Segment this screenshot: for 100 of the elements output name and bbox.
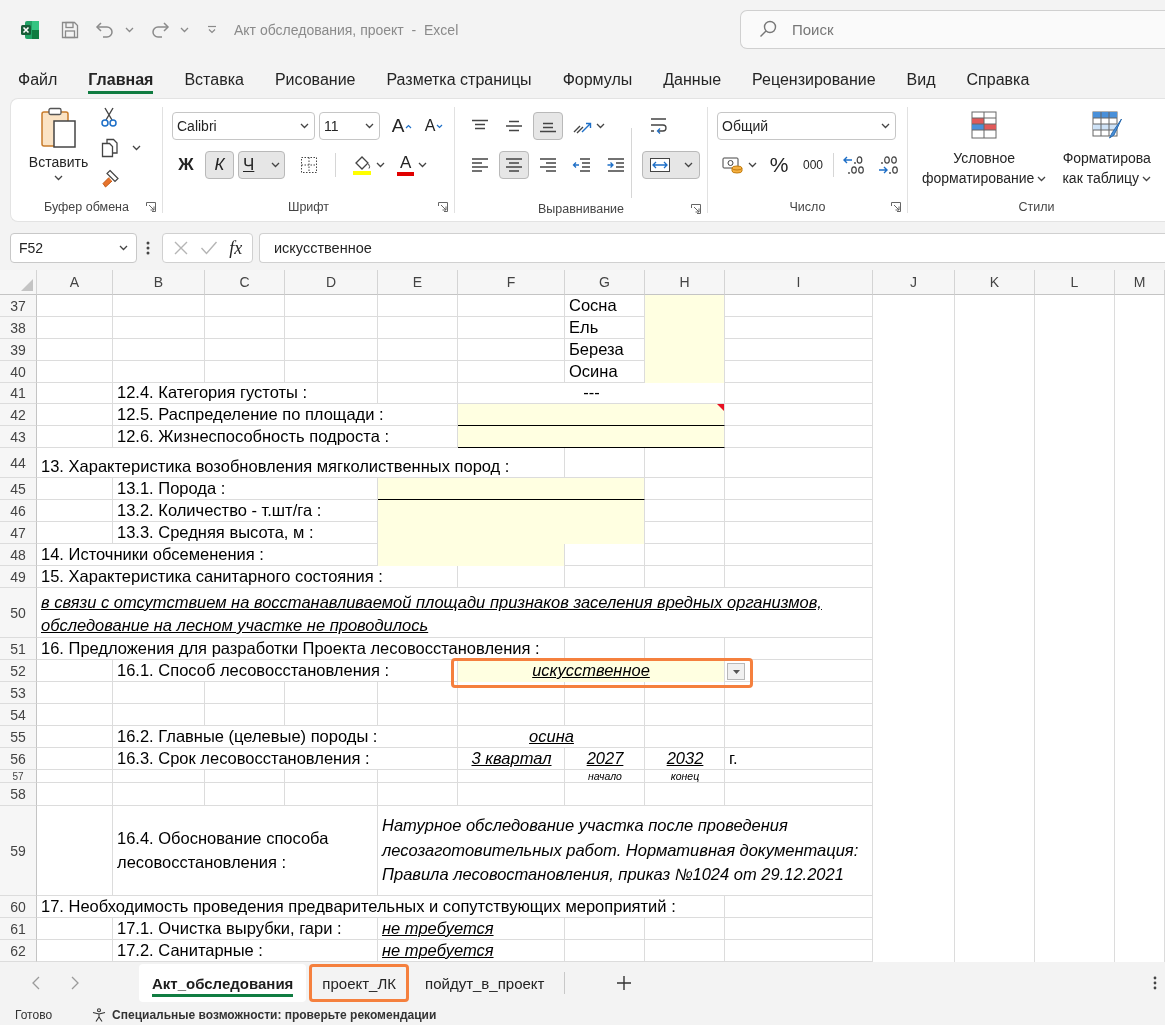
row-header[interactable]: 56 <box>0 748 37 770</box>
align-center-button[interactable] <box>499 151 529 179</box>
dropdown-cell[interactable]: искусственное <box>458 660 725 682</box>
row-header[interactable]: 50 <box>0 588 37 638</box>
paste-button[interactable]: Вставить <box>25 107 92 195</box>
previous-sheet-button[interactable] <box>32 976 40 990</box>
merge-center-button[interactable] <box>642 151 700 179</box>
ribbon-tab[interactable]: Вставка <box>184 60 244 94</box>
input-cell[interactable] <box>378 478 645 500</box>
input-cell[interactable] <box>378 544 565 566</box>
accessibility-status-button[interactable]: Специальные возможности: проверьте рекомендации <box>92 1007 437 1022</box>
column-header[interactable]: M <box>1115 270 1165 295</box>
row-header[interactable]: 47 <box>0 522 37 544</box>
column-header[interactable]: L <box>1035 270 1115 295</box>
column-header[interactable]: J <box>873 270 955 295</box>
ribbon-tab[interactable]: Рисование <box>274 60 356 94</box>
new-sheet-button[interactable] <box>617 976 632 990</box>
insert-function-button[interactable]: fx <box>229 238 243 258</box>
ribbon-tab[interactable]: Данные <box>663 60 722 94</box>
column-header[interactable]: I <box>725 270 873 295</box>
row-header[interactable]: 40 <box>0 361 37 383</box>
caret-icon <box>596 123 605 129</box>
dialog-launcher-button[interactable] <box>691 203 701 214</box>
column-header[interactable]: H <box>645 270 725 295</box>
ribbon-tab[interactable]: Рецензирование <box>752 60 876 94</box>
input-cell[interactable] <box>458 404 725 426</box>
align-bottom-button[interactable] <box>533 112 563 140</box>
italic-button[interactable]: К <box>205 151 234 179</box>
row-header[interactable]: 53 <box>0 682 37 704</box>
undo-button[interactable] <box>95 21 115 39</box>
comma-style-button[interactable]: 000 <box>798 151 828 179</box>
row-header[interactable]: 42 <box>0 404 37 426</box>
dialog-launcher-button[interactable] <box>438 202 448 212</box>
bold-button[interactable]: Ж <box>172 151 200 179</box>
name-box[interactable]: F52 <box>10 233 137 263</box>
row-header[interactable]: 52 <box>0 660 37 682</box>
column-header[interactable]: C <box>205 270 285 295</box>
ribbon-tab[interactable]: Разметка страницы <box>386 60 532 94</box>
shrink-font-button[interactable]: A <box>420 112 448 140</box>
ribbon-tab[interactable]: Файл <box>18 60 58 94</box>
sheet-tab[interactable]: Акт_обследования <box>139 964 307 1002</box>
vertical-dots-icon[interactable] <box>146 240 150 256</box>
input-cell[interactable] <box>645 295 725 317</box>
sheet-tab[interactable]: проект_ЛК <box>309 964 410 1002</box>
more-options-button[interactable] <box>1153 976 1157 990</box>
row-header[interactable]: 54 <box>0 704 37 726</box>
underline-button[interactable]: Ч <box>238 151 285 179</box>
grow-font-button[interactable]: A <box>388 112 416 140</box>
row-header[interactable]: 37 <box>0 295 37 317</box>
row-header[interactable]: 43 <box>0 426 37 448</box>
row-header[interactable]: 57 <box>0 770 37 783</box>
number-format-dropdown[interactable]: Общий <box>717 112 896 140</box>
spreadsheet-logo-icon[interactable] <box>20 20 40 40</box>
ribbon-tab[interactable]: Главная <box>88 60 154 94</box>
dialog-launcher-button[interactable] <box>891 202 901 212</box>
row-header[interactable]: 51 <box>0 638 37 660</box>
column-header[interactable]: K <box>955 270 1035 295</box>
ribbon-tab[interactable]: Справка <box>966 60 1030 94</box>
caret-icon <box>684 162 693 168</box>
row-header[interactable]: 62 <box>0 940 37 962</box>
redo-button[interactable] <box>150 21 170 39</box>
column-header[interactable]: G <box>565 270 645 295</box>
sheet-tab[interactable]: пойдут_в_проект <box>412 964 558 1002</box>
ribbon-tab[interactable]: Формулы <box>562 60 633 94</box>
row-header[interactable]: 39 <box>0 339 37 361</box>
save-button[interactable] <box>60 20 80 40</box>
font-size-dropdown[interactable]: 11 <box>319 112 380 140</box>
copy-button[interactable] <box>100 138 141 158</box>
customize-toolbar-button[interactable] <box>207 25 217 35</box>
row-header[interactable]: 55 <box>0 726 37 748</box>
row-header[interactable]: 48 <box>0 544 37 566</box>
conditional-formatting-button[interactable]: Условное форматирование <box>920 110 1049 188</box>
input-cell[interactable] <box>645 361 725 383</box>
search-field[interactable]: Поиск <box>740 10 1165 49</box>
row-header[interactable]: 41 <box>0 383 37 404</box>
next-sheet-button[interactable] <box>71 976 79 990</box>
dropdown-button[interactable] <box>727 663 745 680</box>
font-color-button[interactable]: A <box>393 151 432 179</box>
row-header[interactable]: 60 <box>0 896 37 918</box>
font-name-dropdown[interactable]: Calibri <box>172 112 315 140</box>
dialog-launcher-button[interactable] <box>146 202 156 212</box>
column-header[interactable]: F <box>458 270 565 295</box>
input-cell[interactable] <box>378 500 645 522</box>
input-cell[interactable] <box>458 426 725 448</box>
column-header[interactable]: D <box>285 270 378 295</box>
row-header[interactable]: 58 <box>0 783 37 806</box>
row-header[interactable]: 49 <box>0 566 37 588</box>
row-header[interactable]: 38 <box>0 317 37 339</box>
column-header[interactable]: B <box>113 270 205 295</box>
row-header[interactable]: 45 <box>0 478 37 500</box>
row-header[interactable]: 44 <box>0 448 37 478</box>
formula-input[interactable]: искусственное <box>259 233 1165 263</box>
format-as-table-button[interactable]: Форматирова как таблицу <box>1060 110 1154 188</box>
row-header[interactable]: 61 <box>0 918 37 940</box>
row-header[interactable]: 59 <box>0 806 37 896</box>
row-header[interactable]: 46 <box>0 500 37 522</box>
percent-style-button[interactable]: % <box>765 151 793 179</box>
ribbon-tab[interactable]: Вид <box>906 60 936 94</box>
column-header[interactable]: E <box>378 270 458 295</box>
column-header[interactable]: A <box>37 270 113 295</box>
